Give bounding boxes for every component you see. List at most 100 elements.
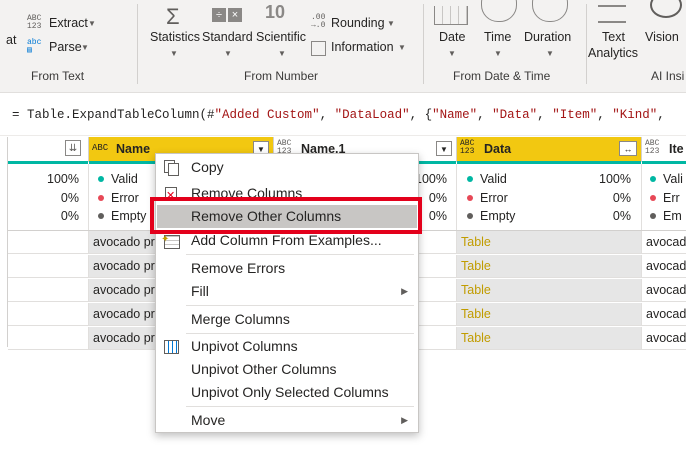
menu-item-unpivot-other-columns[interactable]: Unpivot Other Columns: [156, 358, 418, 380]
duration-button[interactable]: Duration ▼: [524, 0, 576, 62]
time-button[interactable]: Time ▼: [480, 0, 517, 62]
menu-item-label: Unpivot Columns: [191, 338, 298, 354]
format-button-partial[interactable]: at: [6, 33, 16, 47]
table-cell[interactable]: [8, 303, 89, 326]
expand-column-icon[interactable]: ↔: [619, 141, 637, 156]
table-cell-data[interactable]: Table: [457, 303, 642, 326]
menu-item-copy[interactable]: Copy: [156, 156, 418, 178]
chevron-down-icon: ▼: [387, 19, 395, 28]
chevron-down-icon: ▼: [448, 49, 456, 58]
menu-item-unpivot-only-selected-columns[interactable]: Unpivot Only Selected Columns: [156, 381, 418, 403]
parse-label: Parse: [49, 40, 82, 54]
formula-separator: ,: [537, 108, 553, 122]
group-separator: [423, 4, 424, 84]
table-cell-item[interactable]: avocad: [642, 279, 686, 302]
table-cell[interactable]: [8, 279, 89, 302]
table-cell-item[interactable]: avocad: [642, 255, 686, 278]
empty-label: Empty: [98, 209, 146, 223]
statistics-label: Statistics: [150, 30, 201, 44]
error-dot: [98, 195, 104, 201]
empty-label: Empty: [467, 209, 515, 223]
column-name-label: Data: [484, 142, 512, 156]
table-cell-data[interactable]: Table: [457, 255, 642, 278]
standard-button[interactable]: ÷ × Standard ▼: [202, 2, 254, 62]
standard-ops-icon: ÷ ×: [212, 8, 242, 22]
duration-label: Duration: [524, 30, 572, 44]
menu-item-label: Fill: [191, 283, 209, 299]
chevron-down-icon: ▼: [224, 49, 232, 58]
date-button[interactable]: Date ▼: [434, 2, 468, 62]
submenu-arrow-icon: ▶: [401, 415, 408, 425]
menu-separator: [186, 406, 414, 407]
menu-item-unpivot-columns[interactable]: Unpivot Columns: [156, 335, 418, 357]
information-button[interactable]: Information ▼: [311, 38, 411, 60]
rounding-button[interactable]: .00 →.0 Rounding ▼: [311, 12, 401, 34]
valid-text: Valid: [111, 172, 138, 186]
menu-item-label: Unpivot Other Columns: [191, 361, 337, 377]
scientific-button[interactable]: 10 Scientific ▼: [256, 2, 306, 62]
type-any-icon: ABC 123: [645, 140, 659, 156]
empty-text: Empty: [111, 209, 147, 223]
quality-divider: [88, 164, 89, 230]
empty-dot: [467, 213, 473, 219]
type-text-icon: ABC: [92, 143, 109, 153]
valid-percent: 100%: [47, 172, 79, 186]
type-123-text: 123: [460, 147, 475, 156]
annotation-highlight-box: [150, 197, 422, 234]
table-cell-data[interactable]: Table: [457, 279, 642, 302]
table-cell[interactable]: [8, 327, 89, 350]
column-header-previous[interactable]: ⇊: [8, 137, 89, 162]
sigma-icon: Σ: [166, 4, 180, 29]
menu-item-move[interactable]: Move ▶: [156, 409, 418, 431]
rounding-label: Rounding: [331, 16, 385, 30]
chevron-down-icon: ▼: [88, 19, 96, 28]
table-cell[interactable]: [8, 231, 89, 254]
ribbon: at ABC 123 Extract ▼ abc ▤ Parse ▼ From Te…: [0, 0, 686, 93]
filter-dropdown-icon[interactable]: ▼: [436, 141, 452, 156]
error-label: Error: [98, 191, 139, 205]
group-separator: [586, 4, 587, 84]
error-label: Err: [650, 191, 680, 205]
expand-icon[interactable]: ⇊: [65, 140, 81, 156]
menu-item-fill[interactable]: Fill ▶: [156, 280, 418, 302]
add-column-icon: ✦: [161, 232, 180, 249]
menu-item-merge-columns[interactable]: Merge Columns: [156, 308, 418, 330]
valid-dot: [467, 176, 473, 182]
empty-percent: 0%: [612, 209, 631, 223]
valid-label: Valid: [98, 172, 138, 186]
table-cell-item[interactable]: avocad: [642, 327, 686, 350]
menu-item-remove-errors[interactable]: Remove Errors: [156, 257, 418, 279]
table-cell-item[interactable]: avocad: [642, 231, 686, 254]
menu-separator: [186, 333, 414, 334]
text-analytics-button[interactable]: Text Analytics: [588, 2, 638, 64]
formula-string: "Name": [432, 108, 478, 122]
chevron-down-icon: ▼: [494, 49, 502, 58]
formula-string: "Added Custom": [214, 108, 320, 122]
formula-string: "Item": [552, 108, 598, 122]
chevron-down-icon: ▼: [170, 49, 178, 58]
statistics-button[interactable]: Σ Statistics ▼: [150, 2, 201, 62]
extract-button[interactable]: ABC 123 Extract ▼: [27, 14, 107, 34]
vision-button[interactable]: Vision: [644, 0, 684, 62]
empty-label: Em: [650, 209, 682, 223]
table-cell-data[interactable]: Table: [457, 327, 642, 350]
menu-item-label: Unpivot Only Selected Columns: [191, 384, 389, 400]
table-cell[interactable]: [8, 255, 89, 278]
type-any-icon: ABC 123: [460, 140, 474, 156]
formula-text[interactable]: = Table.ExpandTableColumn(#"Added Custom…: [12, 108, 665, 122]
error-dot: [467, 195, 473, 201]
formula-prefix: = Table.ExpandTableColumn(#: [12, 108, 215, 122]
table-cell-data[interactable]: Table: [457, 231, 642, 254]
column-header-data[interactable]: ABC 123 Data ↔: [457, 137, 642, 162]
parse-button[interactable]: abc ▤ Parse ▼: [27, 38, 107, 58]
column-header-item[interactable]: ABC 123 Ite: [642, 137, 686, 162]
formula-string: "Data": [492, 108, 538, 122]
table-cell-item[interactable]: avocad: [642, 303, 686, 326]
chevron-down-icon: ▼: [398, 43, 406, 52]
formula-suffix: ,: [657, 108, 665, 122]
valid-text: Valid: [480, 172, 507, 186]
information-icon: [311, 41, 326, 56]
submenu-arrow-icon: ▶: [401, 286, 408, 296]
context-menu-items: Copy ✕ Remove Columns Remove Other Colum…: [156, 154, 418, 432]
error-percent: 0%: [60, 191, 79, 205]
